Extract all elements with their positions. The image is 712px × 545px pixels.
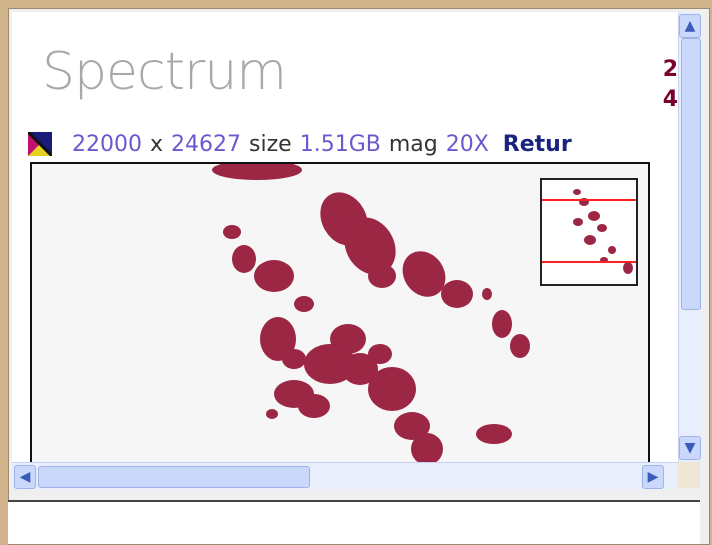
side-digit-top: 2 — [662, 57, 678, 82]
spectrum-logo: Spectrum — [42, 42, 287, 102]
vertical-scroll-thumb[interactable] — [681, 38, 701, 310]
image-width-value: 22000 — [72, 131, 142, 157]
mag-label: mag — [388, 131, 438, 157]
size-value: 1.51GB — [299, 131, 381, 157]
slide-viewer[interactable] — [30, 162, 650, 462]
size-label: size — [249, 131, 292, 157]
scrollbar-corner — [678, 462, 700, 488]
horizontal-scroll-thumb[interactable] — [38, 466, 310, 488]
thumbnail-navigator[interactable] — [540, 178, 638, 286]
bottom-frame — [8, 500, 700, 544]
dimension-separator: x — [150, 131, 164, 157]
arrow-down-icon[interactable]: ▼ — [679, 436, 701, 460]
horizontal-scrollbar[interactable]: ◀ ▶ — [12, 462, 678, 489]
image-info-bar: 22000 x 24627 size 1.51GB mag 20X Retur — [26, 130, 572, 158]
image-height-value: 24627 — [171, 131, 242, 157]
image-color-icon[interactable] — [26, 130, 54, 158]
arrow-up-icon[interactable]: ▲ — [679, 14, 701, 38]
vertical-scrollbar[interactable]: ▲ ▼ — [678, 12, 701, 488]
arrow-right-icon[interactable]: ▶ — [642, 465, 664, 489]
side-digit-bottom: 4 — [662, 87, 678, 112]
return-link[interactable]: Retur — [503, 132, 572, 157]
mag-value: 20X — [445, 131, 489, 157]
page-content: Spectrum 2 4 22000 x 24627 size 1.51GB m… — [12, 12, 678, 462]
arrow-left-icon[interactable]: ◀ — [14, 465, 36, 489]
